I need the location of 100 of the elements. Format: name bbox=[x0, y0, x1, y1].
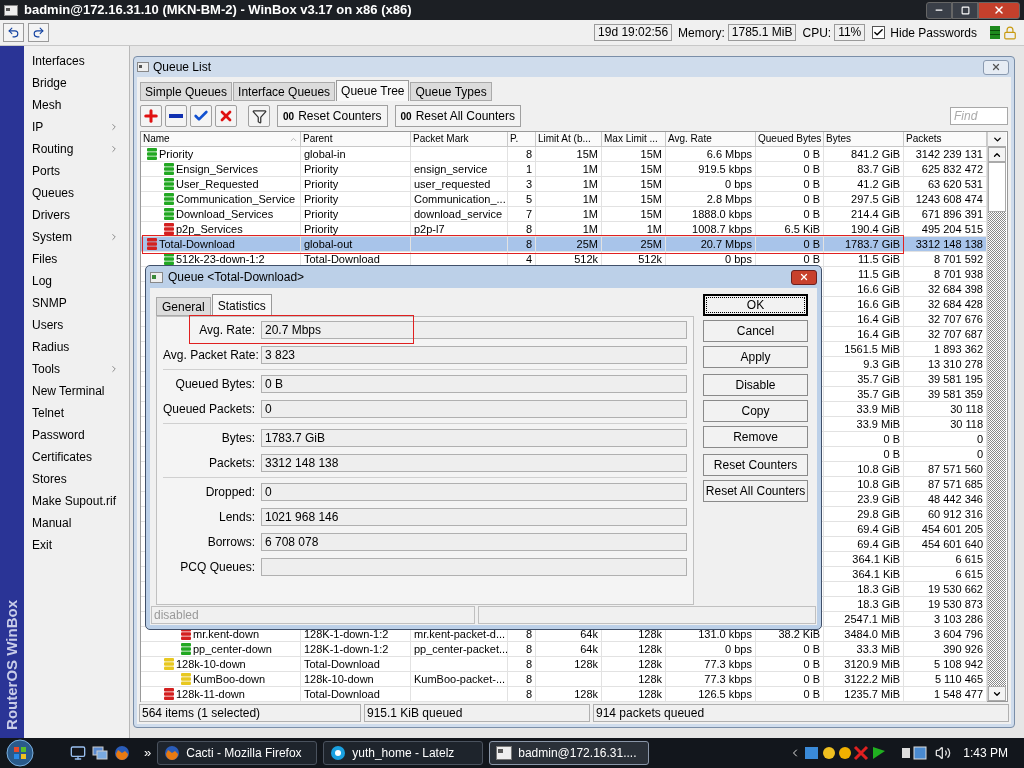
table-row[interactable]: Ensign_Services Priority ensign_service 1 1M 15M 919.5 kbps 0 B 83.7 GiB 625 832 472 bbox=[141, 162, 987, 177]
close-icon bbox=[799, 272, 809, 282]
priority-cell: 8 bbox=[525, 222, 532, 236]
reset-counters-button[interactable]: 00 Reset All Counters bbox=[394, 105, 521, 127]
close-button[interactable] bbox=[791, 269, 817, 285]
clock[interactable]: 1:43 PM bbox=[963, 744, 1008, 762]
queued-bytes-cell: 0 B bbox=[803, 237, 820, 251]
table-row[interactable]: Download_Services Priority download_service 7 1M 15M 1888.0 kbps 0 B 214.4 GiB 671 896 391 bbox=[141, 207, 987, 222]
dialog-button[interactable]: Reset Counters bbox=[703, 454, 808, 476]
field-label: Avg. Packet Rate: bbox=[163, 347, 260, 364]
column-header[interactable]: Bytes bbox=[824, 132, 904, 147]
table-row[interactable]: pp_center-down 128K-1-down-1:2 pp_center-packet... 8 64k 128k 0 bps 0 B 33.3 MiB 390 926 bbox=[141, 642, 987, 657]
column-header[interactable]: Packets bbox=[904, 132, 987, 147]
name-cell: Total-Download bbox=[159, 237, 235, 251]
scroll-up-button[interactable] bbox=[988, 147, 1006, 162]
windows-icon[interactable] bbox=[92, 745, 108, 761]
enable-button[interactable] bbox=[190, 105, 212, 127]
sidebar-item[interactable]: Manual bbox=[24, 512, 129, 534]
hide-passwords-checkbox[interactable] bbox=[872, 26, 886, 39]
table-row[interactable]: Priority global-in 8 15M 15M 6.6 Mbps 0 B 841.2 GiB 3142 239 131 bbox=[141, 147, 987, 162]
sidebar-item[interactable]: Radius bbox=[24, 336, 129, 358]
find-field[interactable]: Find bbox=[950, 107, 1008, 125]
table-row[interactable]: 128k-11-down Total-Download 8 128k 128k 126.5 kbps 0 B 1235.7 MiB 1 548 477 bbox=[141, 687, 987, 702]
sidebar-item[interactable]: Stores bbox=[24, 468, 129, 490]
column-header[interactable]: Name bbox=[141, 132, 301, 147]
filter-button[interactable] bbox=[248, 105, 270, 127]
undo-button[interactable] bbox=[3, 23, 24, 42]
table-row[interactable]: 128k-10-down Total-Download 8 128k 128k 77.3 kbps 0 B 3120.9 MiB 5 108 942 bbox=[141, 657, 987, 672]
add-button[interactable] bbox=[140, 105, 162, 127]
reset-counters-button[interactable]: 00 Reset Counters bbox=[277, 105, 388, 127]
sidebar-item[interactable]: Routing bbox=[24, 138, 129, 160]
table-row[interactable]: Communication_Service Priority Communication_... 5 1M 15M 2.8 Mbps 0 B 297.5 GiB 1243 608 474 bbox=[141, 192, 987, 207]
table-row[interactable]: KumBoo-down 128k-10-down KumBoo-packet-... 8 128k 77.3 kbps 0 B 3122.2 MiB 5 110 465 bbox=[141, 672, 987, 687]
packets-cell: 625 832 472 bbox=[921, 162, 983, 176]
sidebar-item[interactable]: Certificates bbox=[24, 446, 129, 468]
sidebar-item[interactable]: Users bbox=[24, 314, 129, 336]
tab[interactable]: General bbox=[156, 297, 211, 316]
sidebar-item[interactable]: Drivers bbox=[24, 204, 129, 226]
taskbar-button[interactable]: badmin@172.16.31.... bbox=[489, 741, 650, 765]
column-header[interactable]: Avg. Rate bbox=[666, 132, 756, 147]
close-button[interactable] bbox=[978, 1, 1020, 19]
redo-button[interactable] bbox=[28, 23, 49, 42]
sidebar-item[interactable]: Telnet bbox=[24, 402, 129, 424]
desktop-icon[interactable] bbox=[70, 745, 86, 761]
avg-rate-cell: 1008.7 kbps bbox=[692, 222, 752, 236]
dialog-button[interactable]: Apply bbox=[703, 346, 808, 368]
tab[interactable]: Interface Queues bbox=[233, 82, 336, 101]
packets-cell: 32 707 687 bbox=[927, 327, 983, 341]
dialog-button[interactable]: Copy bbox=[703, 400, 808, 422]
volume-icon[interactable] bbox=[935, 745, 952, 761]
sidebar-item[interactable]: Bridge bbox=[24, 72, 129, 94]
column-header[interactable]: Parent bbox=[301, 132, 411, 147]
sidebar-item[interactable]: Exit bbox=[24, 534, 129, 556]
tab[interactable]: Statistics bbox=[211, 294, 272, 316]
start-orb-icon[interactable] bbox=[6, 739, 34, 767]
column-header[interactable]: Limit At (b... bbox=[536, 132, 602, 147]
column-header[interactable]: Packet Mark bbox=[411, 132, 508, 147]
max-limit-cell: 128k bbox=[638, 657, 662, 671]
sidebar-item[interactable]: IP bbox=[24, 116, 129, 138]
sidebar-item[interactable]: Make Supout.rif bbox=[24, 490, 129, 512]
dialog-button[interactable]: Reset All Counters bbox=[703, 480, 808, 502]
window-icon bbox=[137, 62, 149, 72]
maximize-button[interactable] bbox=[952, 1, 978, 19]
parent-cell: 128k-10-down bbox=[304, 672, 374, 686]
tab[interactable]: Queue Tree bbox=[336, 80, 410, 101]
remove-button[interactable] bbox=[165, 105, 187, 127]
sidebar-item[interactable]: Log bbox=[24, 270, 129, 292]
close-button[interactable] bbox=[983, 59, 1009, 75]
sidebar-item[interactable]: System bbox=[24, 226, 129, 248]
sidebar-item[interactable]: SNMP bbox=[24, 292, 129, 314]
dialog-button[interactable]: Disable bbox=[703, 374, 808, 396]
sidebar-item[interactable]: Password bbox=[24, 424, 129, 446]
bytes-cell: 0 B bbox=[883, 432, 900, 446]
overflow-chevron[interactable]: » bbox=[144, 743, 152, 763]
tab[interactable]: Queue Types bbox=[410, 82, 492, 101]
taskbar-button[interactable]: yuth_home - Latelz bbox=[323, 741, 484, 765]
column-header[interactable]: P. bbox=[508, 132, 536, 147]
column-menu-button[interactable] bbox=[988, 132, 1006, 147]
column-header[interactable]: Queued Bytes bbox=[756, 132, 824, 147]
table-row[interactable]: User_Requested Priority user_requested 3 1M 15M 0 bps 0 B 41.2 GiB 63 620 531 bbox=[141, 177, 987, 192]
table-row[interactable]: Total-Download global-out 8 25M 25M 20.7 Mbps 0 B 1783.7 GiB 3312 148 138 bbox=[141, 237, 987, 252]
sidebar-item[interactable]: Mesh bbox=[24, 94, 129, 116]
queued-bytes-cell: 0 B bbox=[803, 192, 820, 206]
sidebar-item[interactable]: Ports bbox=[24, 160, 129, 182]
minimize-button[interactable] bbox=[926, 1, 952, 19]
sidebar-item[interactable]: Interfaces bbox=[24, 50, 129, 72]
sidebar-item[interactable]: Files bbox=[24, 248, 129, 270]
scroll-down-button[interactable] bbox=[988, 686, 1006, 701]
sidebar-item[interactable]: New Terminal bbox=[24, 380, 129, 402]
dialog-button[interactable]: Remove bbox=[703, 426, 808, 448]
taskbar-button[interactable]: Cacti - Mozilla Firefox bbox=[157, 741, 318, 765]
scrollbar[interactable] bbox=[988, 147, 1006, 701]
column-header[interactable]: Max Limit ... bbox=[602, 132, 666, 147]
dialog-button[interactable]: OK bbox=[703, 294, 808, 316]
sidebar-item[interactable]: Queues bbox=[24, 182, 129, 204]
disable-button[interactable] bbox=[215, 105, 237, 127]
scroll-thumb[interactable] bbox=[988, 162, 1006, 212]
tab[interactable]: Simple Queues bbox=[140, 82, 233, 101]
dialog-button[interactable]: Cancel bbox=[703, 320, 808, 342]
sidebar-item[interactable]: Tools bbox=[24, 358, 129, 380]
